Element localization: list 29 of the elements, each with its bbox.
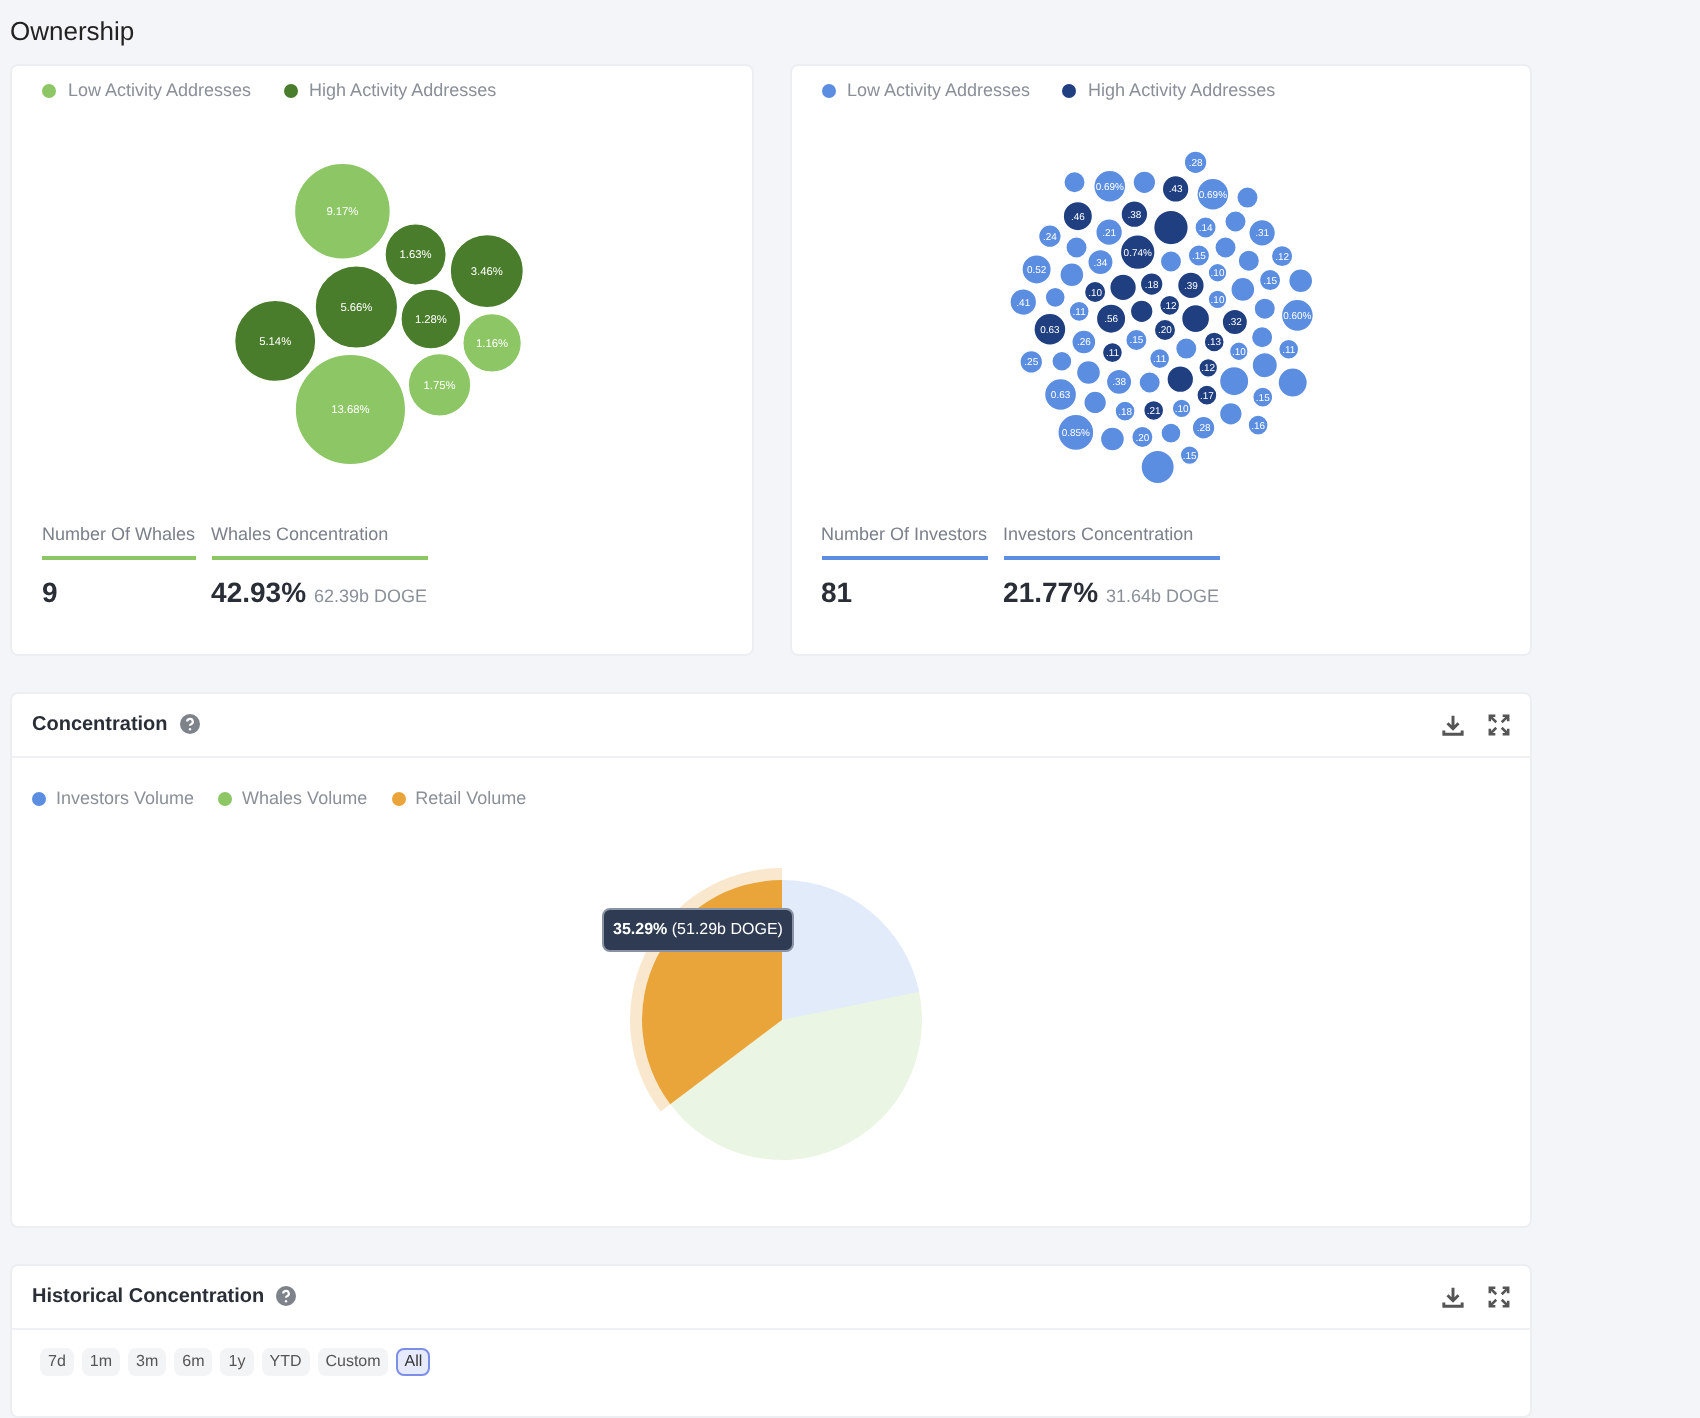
card-title: Historical Concentration — [32, 1283, 265, 1312]
range-tab[interactable]: 6m — [174, 1347, 213, 1376]
stat-label: Whales Concentration — [211, 522, 428, 559]
stat-value: 9 — [42, 573, 58, 611]
stat-subvalue: 31.64b DOGE — [1106, 583, 1220, 609]
stat-label: Number Of Investors — [821, 522, 988, 559]
range-tab[interactable]: YTD — [261, 1347, 310, 1376]
card-title: Concentration — [32, 711, 168, 739]
range-tab[interactable]: 1y — [220, 1347, 254, 1376]
page-title: Ownership — [10, 14, 135, 50]
stat-subvalue: 62.39b DOGE — [314, 583, 428, 609]
range-tab[interactable]: 1m — [81, 1347, 121, 1376]
download-icon[interactable] — [1442, 713, 1464, 735]
expand-icon[interactable] — [1488, 1285, 1510, 1308]
expand-icon[interactable] — [1488, 713, 1510, 735]
stat-value: 42.93% — [211, 573, 307, 611]
range-tab[interactable]: 7d — [40, 1347, 74, 1376]
stat-label: Investors Concentration — [1003, 522, 1220, 559]
help-icon[interactable] — [179, 714, 200, 734]
stat-value: 81 — [821, 573, 853, 611]
download-icon[interactable] — [1442, 1285, 1464, 1308]
range-tab[interactable]: Custom — [317, 1347, 389, 1376]
help-icon[interactable] — [276, 1286, 297, 1307]
tooltip: 35.29% (51.29b DOGE) — [601, 908, 795, 952]
stat-label: Number Of Whales — [42, 522, 196, 559]
range-tab[interactable]: All — [396, 1347, 431, 1376]
pie-slice[interactable] — [781, 880, 919, 1020]
stat-value: 21.77% — [1003, 573, 1099, 611]
range-tab[interactable]: 3m — [128, 1347, 167, 1376]
